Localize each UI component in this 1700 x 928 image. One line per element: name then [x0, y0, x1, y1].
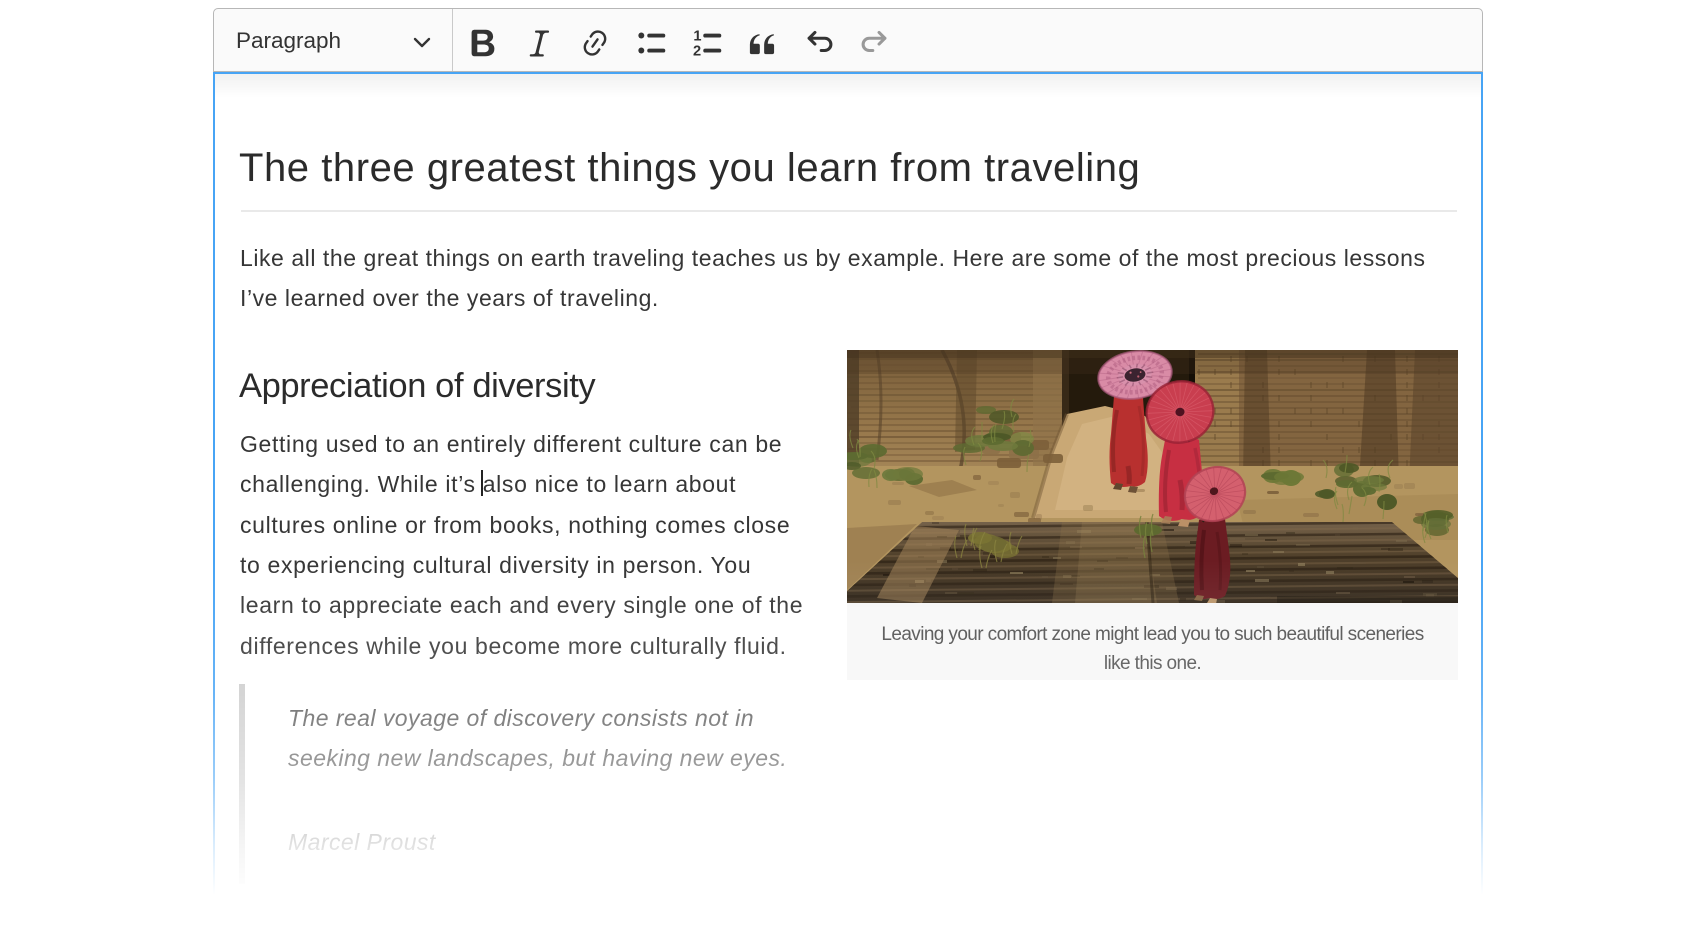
svg-text:1: 1 [693, 28, 701, 44]
svg-text:2: 2 [693, 43, 701, 59]
